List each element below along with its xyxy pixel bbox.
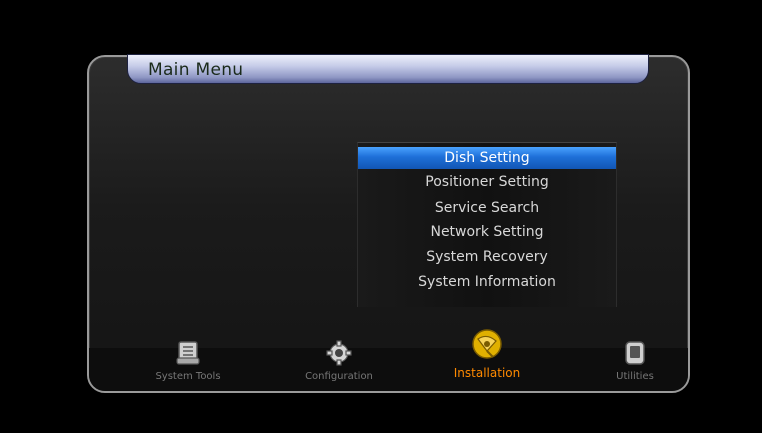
- nav-system-tools[interactable]: System Tools: [138, 340, 238, 382]
- page-title: Main Menu: [148, 60, 244, 80]
- menu-item-network-setting[interactable]: Network Setting: [358, 221, 616, 243]
- nav-label: Utilities: [616, 371, 654, 382]
- menu-item-positioner-setting[interactable]: Positioner Setting: [358, 171, 616, 193]
- satellite-icon: [469, 327, 505, 364]
- installation-submenu: Dish Setting Positioner Setting Service …: [357, 142, 617, 307]
- menu-item-system-recovery[interactable]: System Recovery: [358, 246, 616, 268]
- nav-label: Installation: [453, 366, 521, 380]
- menu-item-service-search[interactable]: Service Search: [358, 197, 616, 219]
- system-tools-icon: [174, 340, 202, 369]
- menu-item-dish-setting[interactable]: Dish Setting: [358, 147, 616, 169]
- nav-configuration[interactable]: Configuration: [289, 340, 389, 382]
- nav-installation[interactable]: Installation: [432, 327, 542, 380]
- nav-utilities[interactable]: Utilities: [600, 340, 670, 382]
- nav-label: Configuration: [305, 371, 373, 382]
- menu-item-system-information[interactable]: System Information: [358, 271, 616, 293]
- gear-icon: [325, 340, 353, 369]
- nav-label: System Tools: [155, 371, 221, 382]
- device-icon: [622, 340, 648, 369]
